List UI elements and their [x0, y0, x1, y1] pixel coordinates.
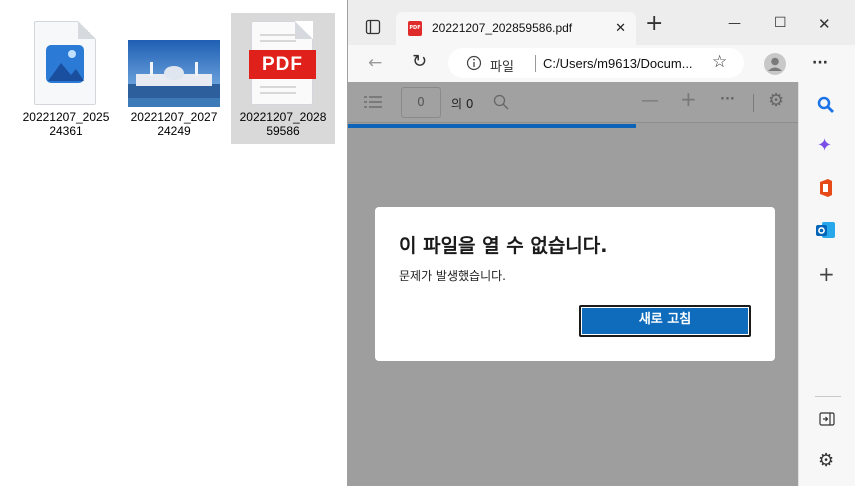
- profile-avatar[interactable]: [764, 53, 786, 78]
- tab-close-icon[interactable]: ✕: [615, 21, 626, 36]
- refresh-button[interactable]: 새로 고침: [579, 305, 751, 337]
- table-of-contents-icon[interactable]: [364, 95, 382, 112]
- site-info-label: 파일: [490, 60, 514, 75]
- search-icon[interactable]: [493, 94, 509, 113]
- office-icon[interactable]: [818, 178, 834, 201]
- tab-title: 20221207_202859586.pdf: [432, 21, 573, 35]
- minimize-button[interactable]: —: [728, 16, 741, 32]
- edge-sidebar: ✦ + ⚙: [798, 82, 855, 486]
- pdf-toolbar: 0 의 0 — + ··· ⚙: [348, 82, 798, 123]
- address-bar[interactable]: 파일 C:/Users/m9613/Docum... ☆: [448, 48, 744, 78]
- address-row: ← ↻ 파일 C:/Users/m9613/Docum... ☆ ···: [348, 45, 855, 82]
- photo-thumbnail: [128, 40, 220, 107]
- info-icon[interactable]: [466, 55, 482, 74]
- more-menu-icon[interactable]: ···: [812, 55, 828, 71]
- file-name: 20221207_2028 59586: [239, 110, 327, 138]
- desktop-file-1[interactable]: 20221207_2025 24361: [14, 13, 118, 144]
- favorite-star-icon[interactable]: ☆: [712, 54, 727, 71]
- copilot-sparkle-icon[interactable]: ✦: [817, 137, 832, 155]
- dialog-title: 이 파일을 열 수 없습니다.: [399, 235, 608, 257]
- refresh-icon[interactable]: ↻: [412, 53, 427, 71]
- tab-bar: PDF 20221207_202859586.pdf ✕ + — ☐ ✕: [348, 0, 855, 45]
- url-text[interactable]: C:/Users/m9613/Docum...: [543, 56, 693, 71]
- sidebar-settings-icon[interactable]: ⚙: [818, 452, 834, 470]
- close-window-button[interactable]: ✕: [818, 16, 831, 32]
- hide-sidebar-icon[interactable]: [819, 412, 835, 429]
- desktop-file-3[interactable]: PDF 20221207_2028 59586: [231, 13, 335, 144]
- zoom-in-icon[interactable]: +: [680, 89, 697, 109]
- tab-actions-icon[interactable]: [365, 19, 381, 38]
- pdf-badge: PDF: [249, 50, 316, 79]
- pdf-file-icon: PDF: [249, 21, 316, 105]
- page-total: 의 0: [451, 97, 474, 111]
- add-sidebar-app-icon[interactable]: +: [818, 264, 835, 284]
- pdf-favicon: PDF: [408, 21, 422, 36]
- maximize-button[interactable]: ☐: [774, 15, 787, 31]
- zoom-out-icon[interactable]: —: [641, 92, 659, 110]
- back-icon[interactable]: ←: [368, 55, 382, 72]
- outlook-icon[interactable]: [816, 221, 836, 242]
- error-dialog: 이 파일을 열 수 없습니다. 문제가 발생했습니다. 새로 고침: [375, 207, 775, 361]
- image-file-icon: [34, 21, 96, 105]
- settings-gear-icon[interactable]: ⚙: [768, 92, 784, 110]
- file-name: 20221207_2027 24249: [130, 110, 218, 138]
- loading-progress-bar: [348, 124, 636, 128]
- sidebar-search-icon[interactable]: [817, 96, 835, 117]
- file-name: 20221207_2025 24361: [22, 110, 110, 138]
- more-tools-icon[interactable]: ···: [720, 92, 735, 108]
- desktop-file-2[interactable]: 20221207_2027 24249: [122, 13, 226, 144]
- page-number-input[interactable]: 0: [401, 87, 441, 118]
- dialog-message: 문제가 발생했습니다.: [399, 269, 506, 283]
- new-tab-button[interactable]: +: [645, 13, 663, 35]
- tab-pdf[interactable]: PDF 20221207_202859586.pdf ✕: [396, 12, 636, 45]
- refresh-button-label: 새로 고침: [582, 308, 748, 334]
